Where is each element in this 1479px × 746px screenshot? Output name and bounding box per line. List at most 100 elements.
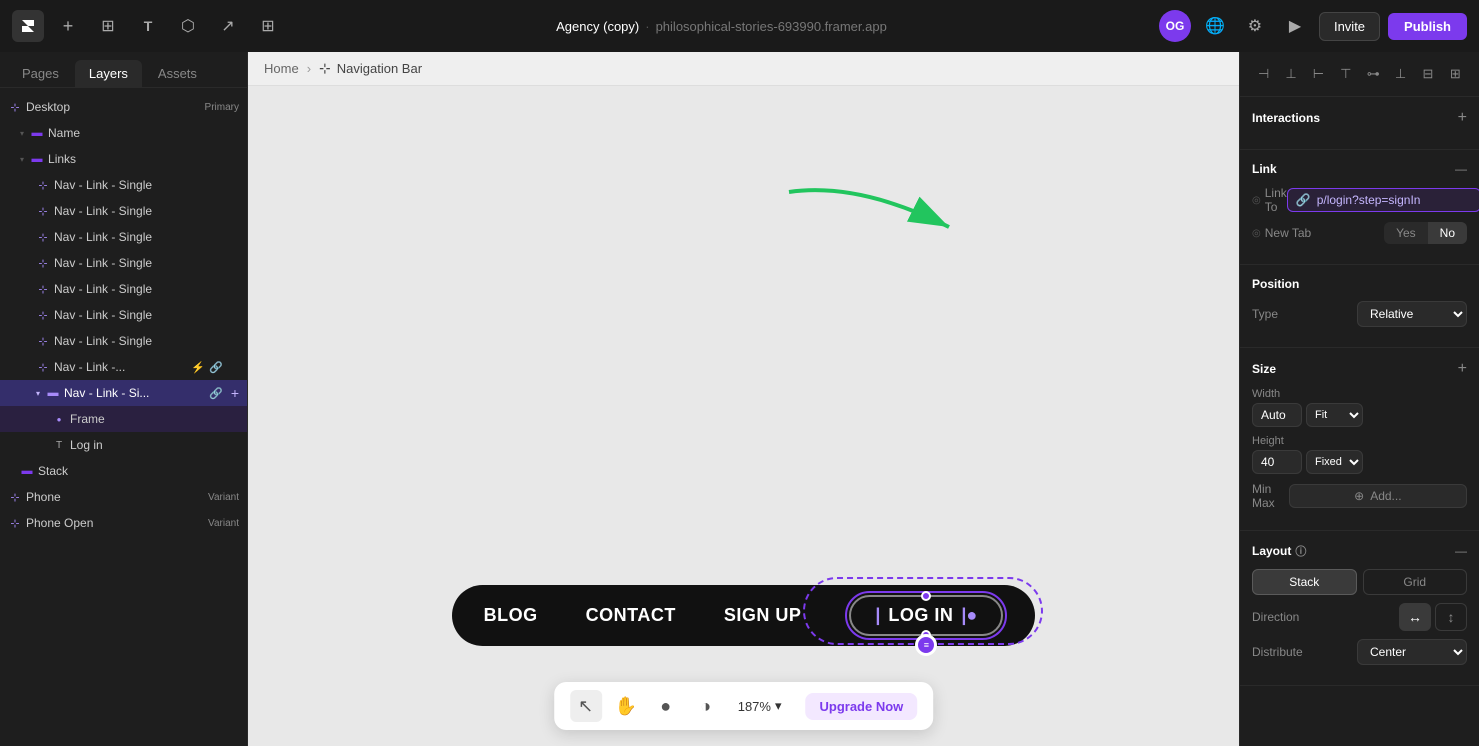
dir-horizontal-btn[interactable]: ↔ — [1399, 603, 1431, 631]
globe-btn[interactable]: 🌐 — [1199, 10, 1231, 42]
layout-type-btns: Stack Grid — [1252, 569, 1467, 595]
layer-nav-link-1[interactable]: ⊹ Nav - Link - Single + — [0, 172, 247, 198]
upgrade-btn[interactable]: Upgrade Now — [805, 693, 917, 720]
layer-stack[interactable]: ▬ Stack — [0, 458, 247, 484]
link-btn[interactable]: ↗ — [212, 10, 244, 42]
tab-assets[interactable]: Assets — [144, 60, 211, 87]
width-type-select[interactable]: Fit Fill Fixed — [1306, 403, 1363, 427]
layer-nav-link-6[interactable]: ⊹ Nav - Link - Single + — [0, 302, 247, 328]
dark-mode-btn[interactable]: ◑ — [690, 690, 722, 722]
shape-btn[interactable]: ⬡ — [172, 10, 204, 42]
new-tab-no-btn[interactable]: No — [1428, 222, 1467, 244]
layer-nav-link-3-label: Nav - Link - Single — [54, 230, 223, 244]
layer-nav-link-truncated[interactable]: ⊹ Nav - Link -... ⚡ 🔗 + — [0, 354, 247, 380]
breadcrumb-home[interactable]: Home — [264, 61, 299, 76]
layer-desktop[interactable]: ⊹ Desktop Primary — [0, 94, 247, 120]
layer-nav-link-3[interactable]: ⊹ Nav - Link - Single + — [0, 224, 247, 250]
publish-button[interactable]: Publish — [1388, 13, 1467, 40]
zoom-level: 187% — [738, 699, 771, 714]
component-icon-5: ⊹ — [36, 282, 50, 296]
avatar-btn[interactable]: OG — [1159, 10, 1191, 42]
grid-btn[interactable]: ⊞ — [92, 10, 124, 42]
nav-bar-preview: BLOG CONTACT SIGN UP | LOG IN |● — [248, 585, 1239, 646]
link-to-row: ◎ Link To 🔗 — [1252, 186, 1467, 214]
height-input[interactable] — [1252, 450, 1302, 474]
link-to-label: ◎ Link To — [1252, 186, 1287, 214]
pan-tool-btn[interactable]: ✋ — [610, 690, 642, 722]
zoom-control[interactable]: 187% ▾ — [730, 698, 790, 714]
interactions-section: Interactions + — [1240, 97, 1479, 150]
add-size-btn[interactable]: + — [1458, 360, 1467, 378]
distribute-select[interactable]: Center Start End Space Between — [1357, 639, 1467, 665]
nav-element-wrapper: BLOG CONTACT SIGN UP | LOG IN |● — [452, 585, 1036, 646]
layout-grid-btn[interactable]: Grid — [1363, 569, 1468, 595]
position-type-select[interactable]: Relative Absolute Fixed — [1357, 301, 1467, 327]
main-layout: Pages Layers Assets ⊹ Desktop Primary ▾ … — [0, 52, 1479, 746]
link-to-input[interactable] — [1317, 193, 1472, 207]
layer-phone-open[interactable]: ⊹ Phone Open Variant — [0, 510, 247, 536]
select-tool-btn[interactable]: ↖ — [570, 690, 602, 722]
align-right-btn[interactable]: ⊢ — [1307, 62, 1330, 86]
invite-button[interactable]: Invite — [1319, 12, 1380, 41]
add-btn[interactable]: + — [52, 10, 84, 42]
align-center-h-btn[interactable]: ⊥ — [1279, 62, 1302, 86]
align-dist-v-btn[interactable]: ⊞ — [1444, 62, 1467, 86]
settings-btn[interactable]: ⚙ — [1239, 10, 1271, 42]
layer-frame-label: Frame — [70, 412, 239, 426]
component-icon-7: ⊹ — [36, 334, 50, 348]
interactions-title: Interactions — [1252, 111, 1320, 125]
add-interaction-btn[interactable]: + — [1458, 109, 1467, 127]
tab-pages[interactable]: Pages — [8, 60, 73, 87]
align-left-btn[interactable]: ⊣ — [1252, 62, 1275, 86]
layer-nav-link-7[interactable]: ⊹ Nav - Link - Single + — [0, 328, 247, 354]
position-section: Position Type Relative Absolute Fixed — [1240, 265, 1479, 348]
app-title-area: Agency (copy) · philosophical-stories-69… — [556, 19, 887, 34]
dir-vertical-btn[interactable]: ↕ — [1435, 603, 1467, 631]
play-btn[interactable]: ▶ — [1279, 10, 1311, 42]
align-bottom-btn[interactable]: ⊥ — [1389, 62, 1412, 86]
resize-handle-top[interactable] — [921, 591, 931, 601]
layer-nav-link-5[interactable]: ⊹ Nav - Link - Single + — [0, 276, 247, 302]
layout-collapse-btn[interactable]: — — [1455, 544, 1467, 558]
layer-nav-link-2-label: Nav - Link - Single — [54, 204, 223, 218]
position-header: Position — [1252, 277, 1467, 291]
comment-btn[interactable]: ● — [650, 690, 682, 722]
min-max-row: Min Max ⊕ Add... — [1252, 482, 1467, 510]
layer-nav-link-selected-label: Nav - Link - Si... — [64, 386, 205, 400]
layer-nav-link-7-label: Nav - Link - Single — [54, 334, 223, 348]
nav-login-btn[interactable]: | LOG IN |● — [849, 595, 1003, 636]
tab-layers[interactable]: Layers — [75, 60, 142, 87]
direction-label: Direction — [1252, 610, 1299, 624]
framer-logo-btn[interactable] — [12, 10, 44, 42]
link-header: Link — — [1252, 162, 1467, 176]
layer-nav-link-2[interactable]: ⊹ Nav - Link - Single + — [0, 198, 247, 224]
component-icon-2: ⊹ — [36, 204, 50, 218]
component-btn[interactable]: ⊞ — [252, 10, 284, 42]
layer-links[interactable]: ▾ ▬ Links — [0, 146, 247, 172]
layer-nav-link-truncated-label: Nav - Link -... — [54, 360, 187, 374]
width-input[interactable] — [1252, 403, 1302, 427]
add-min-max-btn[interactable]: ⊕ Add... — [1289, 484, 1467, 508]
text-btn[interactable]: T — [132, 10, 164, 42]
top-bar: + ⊞ T ⬡ ↗ ⊞ Agency (copy) · philosophica… — [0, 0, 1479, 52]
layer-nav-link-4[interactable]: ⊹ Nav - Link - Single + — [0, 250, 247, 276]
layout-stack-btn[interactable]: Stack — [1252, 569, 1357, 595]
layer-phone[interactable]: ⊹ Phone Variant — [0, 484, 247, 510]
height-type-select[interactable]: Fixed Fit Fill — [1306, 450, 1363, 474]
breadcrumb-active: ⊹ Navigation Bar — [319, 60, 422, 77]
link-collapse-btn[interactable]: — — [1455, 162, 1467, 176]
layer-login-text[interactable]: T Log in — [0, 432, 247, 458]
new-tab-yes-btn[interactable]: Yes — [1384, 222, 1428, 244]
height-field: Height Fixed Fit Fill — [1252, 435, 1467, 474]
width-field: Width Fit Fill Fixed — [1252, 388, 1467, 427]
align-center-v-btn[interactable]: ⊶ — [1362, 62, 1385, 86]
align-dist-h-btn[interactable]: ⊟ — [1416, 62, 1439, 86]
layer-nav-link-selected[interactable]: ▾ ▬ Nav - Link - Si... 🔗 + — [0, 380, 247, 406]
nav-element: BLOG CONTACT SIGN UP | LOG IN |● — [452, 585, 1036, 646]
layer-frame-child[interactable]: ● Frame — [0, 406, 247, 432]
left-panel: Pages Layers Assets ⊹ Desktop Primary ▾ … — [0, 52, 248, 746]
layer-name[interactable]: ▾ ▬ Name — [0, 120, 247, 146]
app-url: philosophical-stories-693990.framer.app — [656, 19, 887, 34]
drag-handle[interactable]: ≡ — [915, 634, 937, 656]
align-top-btn[interactable]: ⊤ — [1334, 62, 1357, 86]
